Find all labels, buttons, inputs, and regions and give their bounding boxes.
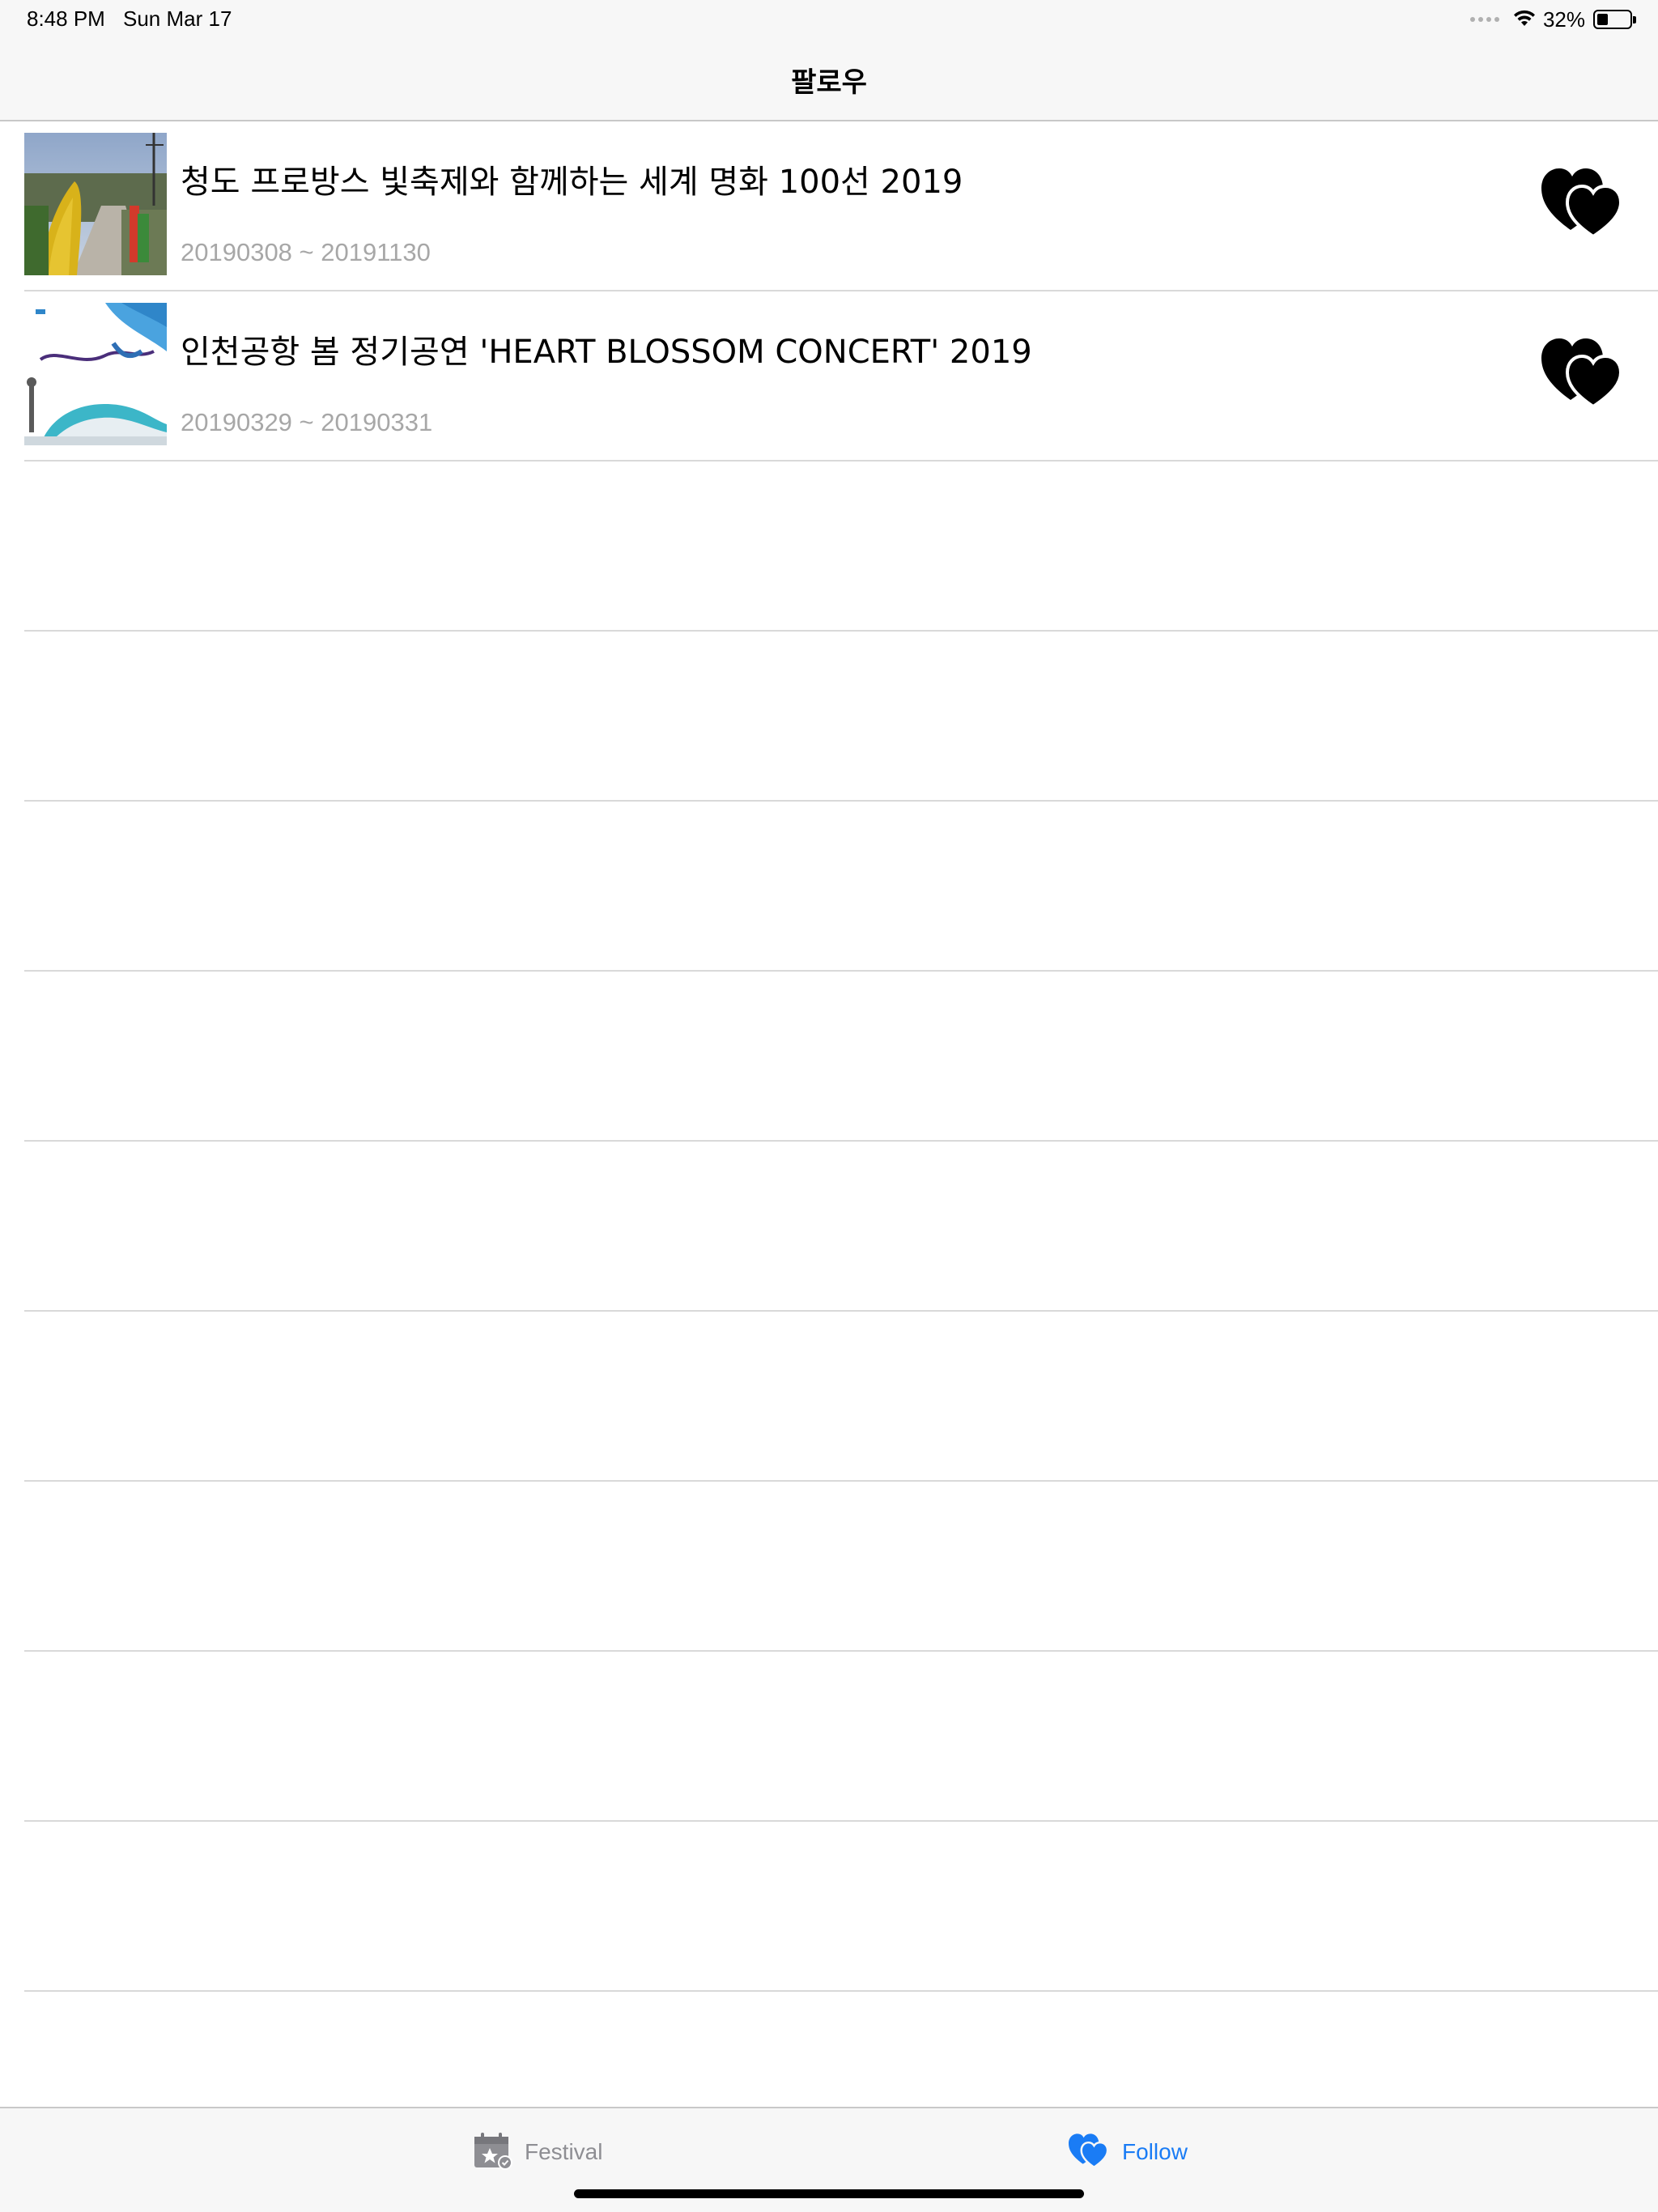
navigation-bar: 팔로우	[0, 39, 1658, 121]
festival-dates: 20190329 ~ 20190331	[181, 408, 433, 436]
tab-follow[interactable]: Follow	[1069, 2129, 1188, 2175]
list-item[interactable]: 인천공항 봄 정기공연 'HEART BLOSSOM CONCERT' 2019…	[24, 291, 1658, 462]
empty-row	[24, 1822, 1658, 1992]
unfollow-hearts-icon[interactable]	[1541, 337, 1627, 409]
cellular-signal-icon	[1469, 17, 1499, 22]
status-time: 8:48 PM	[27, 6, 105, 31]
empty-row	[24, 462, 1658, 632]
battery-level-fill	[1597, 14, 1608, 25]
status-bar: 8:48 PM Sun Mar 17 32%	[0, 0, 1658, 39]
empty-row	[24, 802, 1658, 972]
empty-row	[24, 1652, 1658, 1822]
festival-title: 인천공항 봄 정기공연 'HEART BLOSSOM CONCERT' 2019	[181, 334, 1032, 371]
wifi-icon	[1512, 8, 1537, 32]
calendar-star-icon	[473, 2130, 513, 2175]
empty-row	[24, 972, 1658, 1142]
hearts-icon	[1069, 2133, 1111, 2172]
festival-dates: 20190308 ~ 20191130	[181, 238, 431, 266]
tab-festival[interactable]: Festival	[473, 2129, 602, 2175]
tab-follow-label: Follow	[1122, 2139, 1188, 2164]
status-indicators: 32%	[1469, 6, 1636, 32]
status-date: Sun Mar 17	[123, 6, 232, 31]
empty-row	[24, 1482, 1658, 1652]
page-title: 팔로우	[791, 66, 867, 99]
empty-row	[24, 1142, 1658, 1312]
tab-festival-label: Festival	[525, 2139, 603, 2164]
battery-icon	[1593, 10, 1636, 29]
home-indicator[interactable]	[574, 2189, 1084, 2198]
list-item[interactable]: 청도 프로방스 빛축제와 함께하는 세계 명화 100선 2019 201903…	[24, 121, 1658, 291]
follow-list[interactable]: 청도 프로방스 빛축제와 함께하는 세계 명화 100선 2019 201903…	[0, 121, 1658, 2162]
app-root: 8:48 PM Sun Mar 17 32% 팔로우 청도 프로방스 빛축제와 …	[0, 0, 1658, 2212]
festival-thumbnail	[24, 133, 167, 275]
unfollow-hearts-icon[interactable]	[1541, 167, 1627, 239]
empty-row	[24, 632, 1658, 802]
festival-title: 청도 프로방스 빛축제와 함께하는 세계 명화 100선 2019	[181, 164, 963, 201]
battery-percentage: 32%	[1542, 6, 1585, 32]
empty-row	[24, 1312, 1658, 1482]
festival-thumbnail	[24, 303, 167, 445]
